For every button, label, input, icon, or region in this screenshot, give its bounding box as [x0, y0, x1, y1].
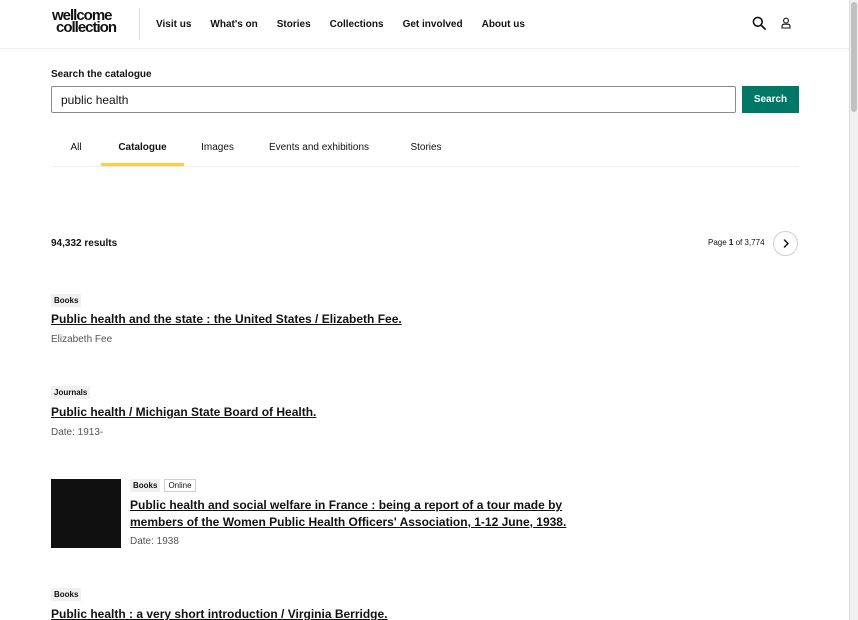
result-2-title[interactable]: Public health / Michigan State Board of …	[51, 404, 316, 421]
search-button[interactable]: Search	[742, 86, 799, 113]
format-badge: Books	[130, 479, 161, 492]
page-total: of 3,774	[735, 238, 765, 247]
search-tabs: All Catalogue Images Events and exhibiti…	[51, 128, 799, 167]
site-header: wellcome collection Visit us What's on S…	[0, 0, 849, 49]
logo-divider	[139, 8, 140, 40]
nav-visit-us[interactable]: Visit us	[156, 19, 191, 30]
page: wellcome collection Visit us What's on S…	[0, 0, 849, 620]
search-icon[interactable]	[750, 14, 768, 32]
format-badge: Books	[51, 588, 82, 601]
logo-line-2: collection	[56, 19, 117, 36]
page-prefix: Page	[708, 238, 727, 247]
format-badge: Books	[51, 294, 82, 307]
result-4-badges: Books	[51, 588, 82, 601]
result-3-title-line-2: members of the Women Public Health Offic…	[130, 515, 567, 529]
nav-collections[interactable]: Collections	[330, 19, 384, 30]
result-3-title-line-1: Public health and social welfare in Fran…	[130, 498, 563, 512]
nav-whats-on[interactable]: What's on	[210, 19, 257, 30]
tab-events-and-exhibitions[interactable]: Events and exhibitions	[256, 128, 382, 166]
format-badge: Journals	[51, 386, 91, 399]
chevron-right-icon	[783, 239, 789, 248]
results-count: 94,332 results	[51, 238, 118, 249]
tab-stories[interactable]: Stories	[401, 128, 451, 166]
main-nav: Visit us What's on Stories Collections G…	[156, 0, 544, 48]
page-current: 1	[728, 238, 734, 247]
pagination-status: Page 1 of 3,774	[708, 238, 765, 247]
result-2-date: Date: 1913-	[51, 427, 104, 438]
tab-all[interactable]: All	[51, 128, 101, 166]
nav-stories[interactable]: Stories	[277, 19, 311, 30]
result-1-author: Elizabeth Fee	[51, 334, 113, 345]
result-1-badges: Books	[51, 294, 82, 307]
wellcome-collection-logo[interactable]: wellcome collection	[52, 8, 128, 36]
next-page-button[interactable]	[773, 231, 798, 256]
page-scrollbar[interactable]	[849, 0, 858, 620]
result-1-title[interactable]: Public health and the state : the United…	[51, 311, 402, 328]
result-4-title[interactable]: Public health : a very short introductio…	[51, 606, 388, 620]
search-label: Search the catalogue	[51, 69, 152, 80]
scrollbar-thumb[interactable]	[851, 2, 857, 112]
search-input[interactable]	[51, 86, 736, 113]
nav-about-us[interactable]: About us	[482, 19, 525, 30]
user-account-icon[interactable]	[777, 14, 795, 32]
result-2-badges: Journals	[51, 386, 91, 399]
nav-get-involved[interactable]: Get involved	[403, 19, 463, 30]
result-3-thumbnail[interactable]	[51, 479, 121, 548]
result-3-date: Date: 1938	[130, 536, 179, 547]
online-badge: Online	[164, 479, 196, 492]
result-3-badges: Books Online	[130, 479, 196, 492]
result-3-title[interactable]: Public health and social welfare in Fran…	[130, 497, 567, 531]
tab-images[interactable]: Images	[184, 128, 251, 166]
tab-catalogue[interactable]: Catalogue	[101, 128, 184, 166]
